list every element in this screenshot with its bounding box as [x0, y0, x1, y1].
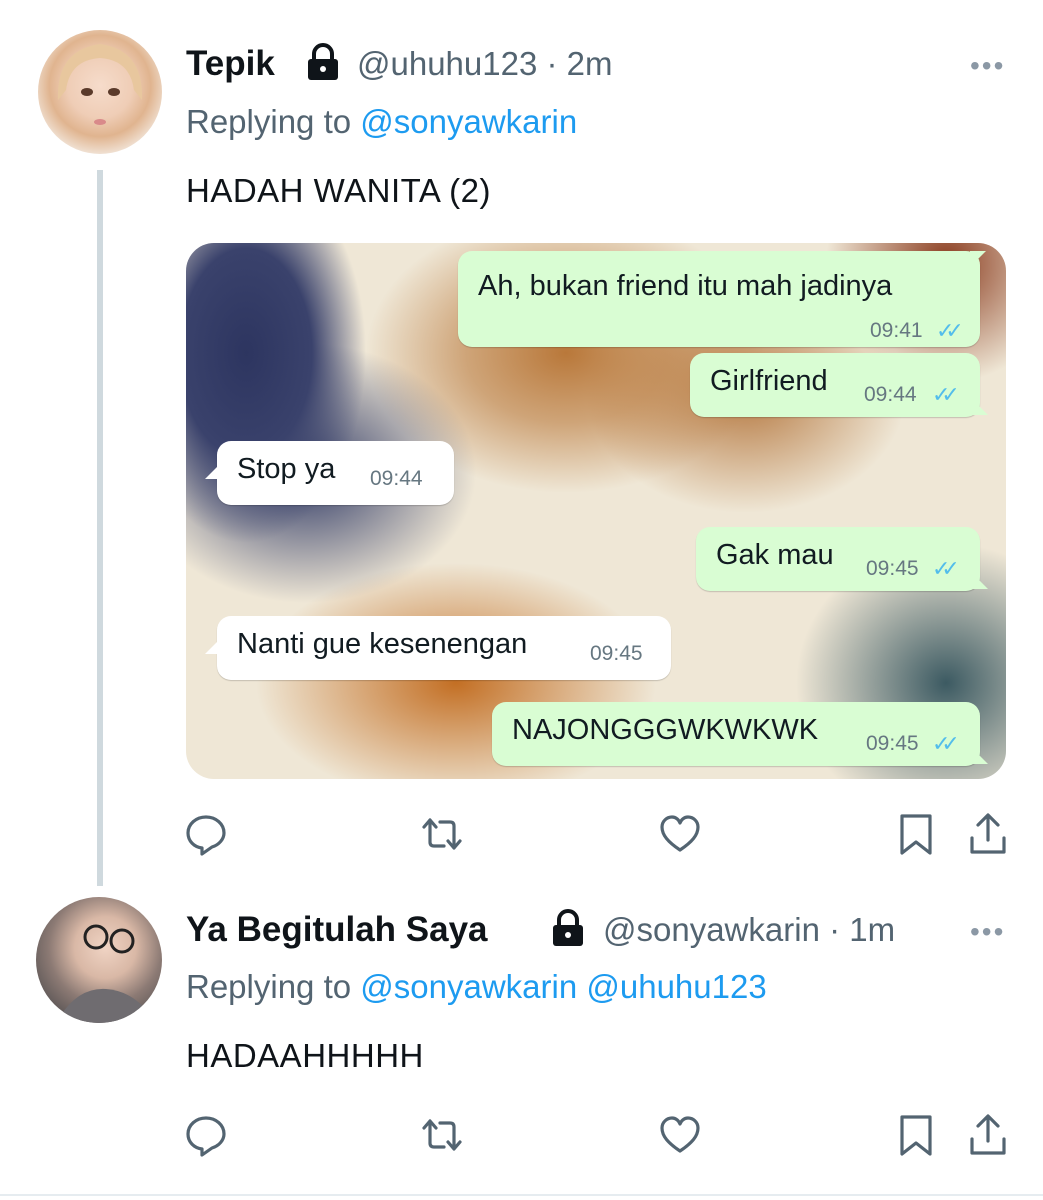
tweet-text: HADAAHHHHH: [186, 1037, 424, 1074]
replying-to: Replying to @sonyawkarin @uhuhu123: [186, 968, 767, 1006]
chat-message-text: Gak mau: [716, 539, 834, 571]
chat-message-text: Stop ya: [237, 453, 336, 485]
lock-icon: [553, 909, 583, 946]
double-check-icon: ✓✓: [932, 556, 960, 581]
chat-message-text: Nanti gue kesenengan: [237, 628, 528, 660]
separator: ·: [546, 45, 558, 82]
thread-line: [97, 170, 103, 886]
avatar-image: [57, 44, 143, 125]
chat-message-time: 09:44: [370, 467, 423, 490]
mention-link[interactable]: @sonyawkarin: [360, 968, 577, 1005]
share-icon[interactable]: [966, 1113, 1010, 1157]
handle[interactable]: @uhuhu123 · 2m: [357, 45, 613, 83]
replying-to: Replying to @sonyawkarin: [186, 103, 577, 141]
like-icon[interactable]: [658, 812, 702, 856]
avatar[interactable]: [36, 897, 162, 1023]
tweet-media[interactable]: Ah, bukan friend itu mah jadinya 09:41 ✓…: [186, 243, 1006, 779]
double-check-icon: ✓✓: [936, 318, 964, 343]
chat-message-text: Girlfriend: [710, 365, 828, 397]
retweet-icon[interactable]: [420, 1113, 464, 1157]
avatar[interactable]: [38, 30, 162, 154]
retweet-icon[interactable]: [420, 812, 464, 856]
chat-message-text: NAJONGGGWKWKWK: [512, 714, 819, 746]
like-icon[interactable]: [658, 1113, 702, 1157]
bubble-tail: [205, 463, 221, 479]
mention-link[interactable]: @sonyawkarin: [360, 103, 577, 140]
chat-bubble-outgoing: Girlfriend 09:44 ✓✓: [690, 353, 988, 417]
tweet-text: HADAH WANITA (2): [186, 172, 492, 209]
reply-icon[interactable]: [184, 1113, 228, 1157]
bubble-tail: [205, 638, 221, 654]
chat-message-time: 09:44: [864, 383, 917, 406]
bubble-tail: [972, 573, 988, 589]
display-name[interactable]: Tepik: [186, 44, 275, 84]
chat-message-time: 09:45: [590, 642, 643, 665]
chat-bubble-incoming: Stop ya 09:44: [205, 441, 454, 505]
chat-message-time: 09:45: [866, 732, 919, 755]
replying-to-label: Replying to: [186, 968, 352, 1005]
chat-message-text: Ah, bukan friend itu mah jadinya: [478, 270, 893, 302]
divider: [0, 1194, 1043, 1196]
bubble-tail: [972, 748, 988, 764]
separator: ·: [829, 911, 841, 948]
double-check-icon: ✓✓: [932, 731, 960, 756]
lock-icon: [308, 43, 338, 80]
timestamp[interactable]: 1m: [849, 911, 895, 948]
handle-text: @sonyawkarin: [603, 911, 820, 948]
avatar-image: [56, 924, 156, 1023]
chat-bubble-outgoing: Gak mau 09:45 ✓✓: [696, 527, 988, 591]
chat-bubble-outgoing: Ah, bukan friend itu mah jadinya 09:41 ✓…: [458, 251, 986, 347]
reply-icon[interactable]: [184, 812, 228, 856]
timestamp[interactable]: 2m: [567, 45, 613, 82]
more-options-icon[interactable]: •••: [970, 50, 1005, 82]
chat-bubble-outgoing: NAJONGGGWKWKWK 09:45 ✓✓: [492, 702, 988, 766]
handle-text: @uhuhu123: [357, 45, 538, 82]
bookmark-icon[interactable]: [894, 1113, 938, 1157]
mention-link[interactable]: @uhuhu123: [586, 968, 766, 1005]
replying-to-label: Replying to: [186, 103, 352, 140]
bubble-tail: [970, 251, 986, 267]
bookmark-icon[interactable]: [894, 812, 938, 856]
more-options-icon[interactable]: •••: [970, 916, 1005, 948]
share-icon[interactable]: [966, 812, 1010, 856]
chat-message-time: 09:41: [870, 319, 923, 342]
double-check-icon: ✓✓: [932, 382, 960, 407]
bubble-tail: [972, 399, 988, 415]
chat-bubble-incoming: Nanti gue kesenengan 09:45: [205, 616, 671, 680]
handle[interactable]: @sonyawkarin · 1m: [603, 911, 895, 949]
chat-message-time: 09:45: [866, 557, 919, 580]
display-name[interactable]: Ya Begitulah Saya: [186, 910, 488, 950]
